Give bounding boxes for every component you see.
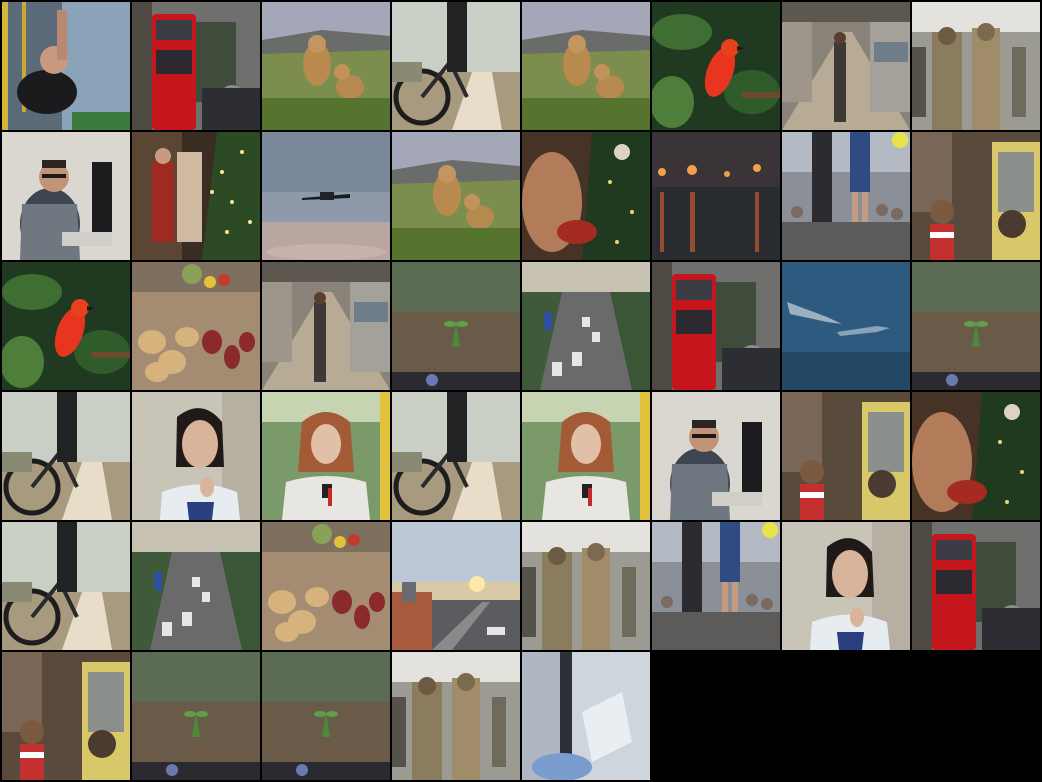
thumbnail-child-bus[interactable] [2, 652, 130, 780]
thumbnail-train-platform[interactable] [782, 2, 910, 130]
thumbnail-image [132, 2, 260, 130]
thumbnail-london-bus[interactable] [132, 2, 260, 130]
thumbnail-image [392, 2, 520, 130]
thumbnail-image [522, 392, 650, 520]
empty-cell [912, 652, 1040, 780]
thumbnail-image [652, 2, 780, 130]
thumbnail-soldiers[interactable] [392, 652, 520, 780]
thumbnail-image [2, 262, 130, 390]
thumbnail-red-bird[interactable] [2, 262, 130, 390]
thumbnail-airplane[interactable] [262, 132, 390, 260]
thumbnail-image [2, 132, 130, 260]
thumbnail-image [912, 2, 1040, 130]
thumbnail-woman-phone[interactable] [522, 392, 650, 520]
thumbnail-soldiers[interactable] [912, 2, 1040, 130]
thumbnail-image [652, 522, 780, 650]
thumbnail-traffic-avenue[interactable] [132, 522, 260, 650]
thumbnail-image [652, 652, 780, 780]
thumbnail-image [392, 652, 520, 780]
thumbnail-image [652, 262, 780, 390]
thumbnail-traffic-avenue[interactable] [522, 262, 650, 390]
thumbnail-sprout-soil[interactable] [912, 262, 1040, 390]
thumbnail-image [132, 132, 260, 260]
thumbnail-image [652, 392, 780, 520]
thumbnail-lions[interactable] [392, 132, 520, 260]
thumbnail-image [2, 652, 130, 780]
thumbnail-image [132, 262, 260, 390]
thumbnail-image [782, 392, 910, 520]
thumbnail-image [392, 262, 520, 390]
thumbnail-image [912, 652, 1040, 780]
thumbnail-image [522, 262, 650, 390]
thumbnail-image [262, 522, 390, 650]
thumbnail-image [912, 392, 1040, 520]
thumbnail-christmas-tree-closeup[interactable] [522, 132, 650, 260]
thumbnail-child-bus[interactable] [912, 132, 1040, 260]
thumbnail-runners[interactable] [652, 522, 780, 650]
thumbnail-bicycle-trail[interactable] [2, 392, 130, 520]
thumbnail-image [132, 652, 260, 780]
thumbnail-christmas-shop[interactable] [132, 132, 260, 260]
thumbnail-image [652, 132, 780, 260]
thumbnail-image [782, 652, 910, 780]
thumbnail-image [912, 522, 1040, 650]
thumbnail-image [522, 2, 650, 130]
thumbnail-red-bird[interactable] [652, 2, 780, 130]
thumbnail-image [782, 2, 910, 130]
thumbnail-image [912, 132, 1040, 260]
thumbnail-image [392, 392, 520, 520]
thumbnail-image [262, 2, 390, 130]
thumbnail-image [262, 262, 390, 390]
thumbnail-soldiers[interactable] [522, 522, 650, 650]
thumbnail-man-laptop[interactable] [652, 392, 780, 520]
thumbnail-lions[interactable] [522, 2, 650, 130]
thumbnail-lab-glove[interactable] [522, 652, 650, 780]
thumbnail-child-bus[interactable] [782, 392, 910, 520]
thumbnail-vegetables[interactable] [262, 522, 390, 650]
thumbnail-image [522, 522, 650, 650]
thumbnail-train-platform[interactable] [262, 262, 390, 390]
thumbnail-bicycle-trail[interactable] [392, 2, 520, 130]
thumbnail-image [262, 132, 390, 260]
thumbnail-image [132, 392, 260, 520]
thumbnail-image [782, 522, 910, 650]
thumbnail-image [132, 522, 260, 650]
empty-cell [652, 652, 780, 780]
thumbnail-sprout-soil[interactable] [132, 652, 260, 780]
thumbnail-woman-thinking[interactable] [782, 522, 910, 650]
thumbnail-city-sunset[interactable] [392, 522, 520, 650]
thumbnail-image [782, 132, 910, 260]
thumbnail-sharks[interactable] [782, 262, 910, 390]
thumbnail-image [522, 132, 650, 260]
thumbnail-image [2, 522, 130, 650]
image-grid [0, 0, 1042, 782]
thumbnail-bicycle-trail[interactable] [392, 392, 520, 520]
thumbnail-man-laptop[interactable] [2, 132, 130, 260]
thumbnail-london-bus[interactable] [652, 262, 780, 390]
thumbnail-image [262, 392, 390, 520]
thumbnail-runners[interactable] [782, 132, 910, 260]
thumbnail-woman-thinking[interactable] [132, 392, 260, 520]
thumbnail-image [2, 2, 130, 130]
thumbnail-image [392, 132, 520, 260]
thumbnail-sprout-soil[interactable] [392, 262, 520, 390]
thumbnail-image [782, 262, 910, 390]
thumbnail-bicycle-trail[interactable] [2, 522, 130, 650]
thumbnail-lions[interactable] [262, 2, 390, 130]
thumbnail-vegetables[interactable] [132, 262, 260, 390]
thumbnail-city-night-rain[interactable] [652, 132, 780, 260]
thumbnail-image [2, 392, 130, 520]
empty-cell [782, 652, 910, 780]
thumbnail-gym-pullup[interactable] [2, 2, 130, 130]
thumbnail-sprout-soil[interactable] [262, 652, 390, 780]
thumbnail-woman-phone[interactable] [262, 392, 390, 520]
thumbnail-image [912, 262, 1040, 390]
thumbnail-image [392, 522, 520, 650]
thumbnail-image [522, 652, 650, 780]
thumbnail-image [262, 652, 390, 780]
thumbnail-christmas-tree-closeup[interactable] [912, 392, 1040, 520]
thumbnail-london-bus[interactable] [912, 522, 1040, 650]
